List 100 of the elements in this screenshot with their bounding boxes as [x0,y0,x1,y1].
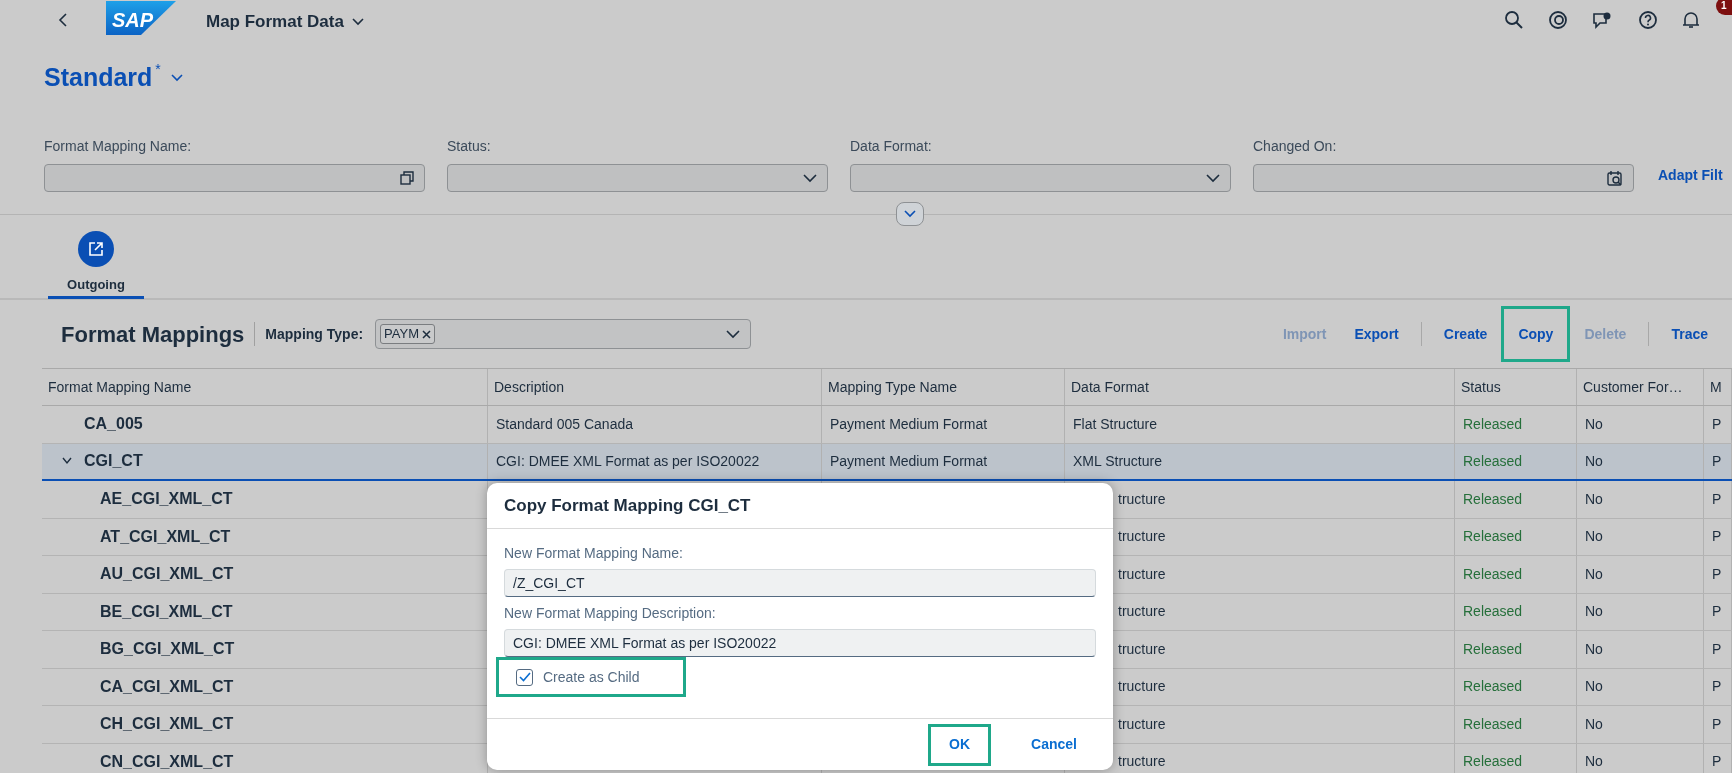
chevron-down-icon [904,210,916,218]
chevron-down-icon[interactable] [726,329,741,339]
table-cell: P [1704,481,1732,518]
status-text: Released [1455,556,1577,593]
toolbar-button: Import [1268,306,1341,362]
column-header: Format Mapping Name [42,369,488,405]
sap-logo: SAP [106,1,176,35]
help-icon[interactable] [1638,10,1658,30]
status-text: Released [1455,706,1577,743]
ring-icon[interactable] [1548,10,1568,30]
field-label: New Format Mapping Name: [504,543,684,563]
status-text: Released [1455,518,1577,555]
chevron-down-icon[interactable] [803,173,817,183]
mapping-name: AU_CGI_XML_CT [100,564,234,585]
table-cell: P [1704,593,1732,630]
table-cell: P [1704,631,1732,668]
column-header: Description [488,369,822,405]
table-cell: P [1704,443,1732,479]
table-cell: No [1577,443,1704,479]
back-icon[interactable] [56,12,70,28]
notification-badge: 1 [1716,0,1732,15]
table-cell: No [1577,668,1704,705]
filter-field[interactable] [1253,164,1634,192]
table-cell: CGI: DMEE XML Format as per ISO20022 [488,443,822,479]
outgoing-tab[interactable]: Outgoing [48,215,144,299]
mapping-name: AE_CGI_XML_CT [100,489,233,510]
table-cell: No [1577,631,1704,668]
status-text: Released [1455,631,1577,668]
adapt-filters-link[interactable]: Adapt Filt [1658,122,1723,186]
table-cell: P [1704,668,1732,705]
mapping-name: AT_CGI_XML_CT [100,526,231,547]
status-text: Released [1455,481,1577,518]
close-icon[interactable] [422,329,431,339]
dialog-button[interactable]: OK [928,723,992,766]
dialog-input[interactable]: CGI: DMEE XML Format as per ISO20022 [504,629,1096,657]
column-header: M [1704,369,1732,405]
table-cell: Payment Medium Format [822,443,1065,479]
app-title-menu[interactable]: Map Format Data [206,9,364,35]
create-as-child-checkbox[interactable]: Create as Child [496,657,686,697]
toolbar-button[interactable]: Trace [1657,306,1722,362]
mapping-name: CA_CGI_XML_CT [100,676,234,697]
table-cell: P [1704,706,1732,743]
modified-mark: * [155,60,161,80]
status-text: Released [1455,443,1577,479]
table-cell: P [1704,743,1732,773]
table-cell: No [1577,481,1704,518]
table-cell: Payment Medium Format [822,406,1065,443]
mapping-name: BG_CGI_XML_CT [100,639,235,660]
variant-selector[interactable]: Standard* [44,59,183,97]
status-text: Released [1455,593,1577,630]
filter-field[interactable] [850,164,1231,192]
status-text: Released [1455,406,1577,443]
toolbar-button[interactable]: Create [1429,306,1502,362]
calendar-icon[interactable] [1607,170,1623,186]
column-header: Data Format [1065,369,1455,405]
mapping-type-label: Mapping Type: [265,324,364,344]
bell-icon[interactable] [1682,10,1700,30]
search-icon[interactable] [1504,10,1524,30]
dialog-title: Copy Format Mapping CGI_CT [487,483,1113,529]
variant-title: Standard [44,62,153,94]
expand-header-button[interactable] [896,202,924,226]
toolbar-button: Delete [1570,306,1641,362]
mapping-type-field[interactable]: PAYM [375,319,752,349]
table-title: Format Mappings [61,320,245,349]
table-cell: Standard 005 Canada [488,406,822,443]
toolbar-button[interactable]: Export [1340,306,1413,362]
table-cell: No [1577,518,1704,555]
status-text: Released [1455,668,1577,705]
column-header: Status [1455,369,1577,405]
token[interactable]: PAYM [380,324,435,344]
mapping-name: CA_005 [84,414,143,435]
filter-field[interactable] [447,164,828,192]
chevron-down-icon[interactable] [62,457,72,466]
mapping-name: BE_CGI_XML_CT [100,601,233,622]
table-row[interactable]: CGI_CT CGI: DMEE XML Format as per ISO20022 Payment Medium Format XML Structure Released No P [42,443,1732,481]
chevron-down-icon[interactable] [351,17,364,26]
filter-label: Status: [447,137,492,156]
filter-field[interactable] [44,164,425,192]
field-label: New Format Mapping Description: [504,603,717,623]
column-header: Customer For… [1577,369,1704,405]
chevron-down-icon[interactable] [170,74,183,82]
table-cell: No [1577,593,1704,630]
table-cell: No [1577,743,1704,773]
table-cell: No [1577,556,1704,593]
value-help-icon[interactable] [400,171,414,185]
table-cell: No [1577,706,1704,743]
table-cell: XML Structure [1065,443,1455,479]
table-cell: Flat Structure [1065,406,1455,443]
table-row[interactable]: CA_005 Standard 005 Canada Payment Medium Format Flat Structure Released No P [42,406,1732,444]
filter-label: Data Format: [850,137,933,156]
filter-label: Format Mapping Name: [44,137,193,156]
mapping-name: CH_CGI_XML_CT [100,714,234,735]
check-icon [518,672,531,682]
table-cell: P [1704,406,1732,443]
mapping-name: CN_CGI_XML_CT [100,751,234,772]
table-cell: No [1577,406,1704,443]
chevron-down-icon[interactable] [1206,173,1220,183]
dialog-input[interactable]: /Z_CGI_CT [504,569,1096,597]
toolbar-button[interactable]: Copy [1501,306,1571,362]
mapping-name: CGI_CT [84,451,143,472]
